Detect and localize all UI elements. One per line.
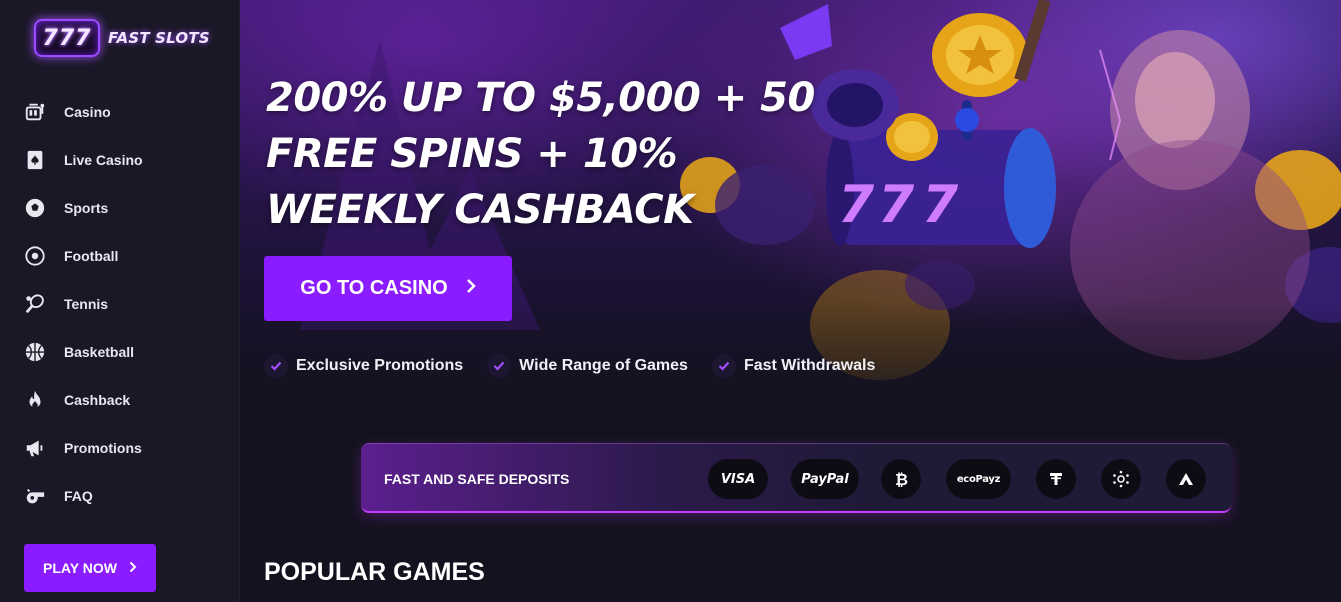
hero-banner: 7 7 7 200% UP TO $5,000 + 50 FREE SPINS …: [240, 0, 1341, 430]
ecopayz-icon[interactable]: ecoPayz: [946, 459, 1011, 499]
sidebar-item-label: Promotions: [64, 440, 142, 456]
cardano-icon[interactable]: [1101, 459, 1141, 499]
feature-item: Exclusive Promotions: [264, 354, 463, 378]
chevron-right-icon: [129, 560, 137, 576]
playing-card-icon: [23, 148, 47, 172]
play-now-label: PLAY NOW: [43, 560, 117, 576]
feature-item: Fast Withdrawals: [711, 354, 876, 378]
check-icon: [711, 354, 736, 378]
sidebar-item-label: Basketball: [64, 344, 135, 360]
casino-icon: [23, 100, 47, 124]
sidebar-item-label: Football: [64, 248, 119, 264]
visa-icon[interactable]: VISA: [708, 459, 768, 499]
basketball-icon: [23, 340, 47, 364]
sidebar-item-casino[interactable]: Casino: [0, 88, 240, 136]
feature-label: Exclusive Promotions: [296, 357, 464, 374]
sidebar-item-label: Live Casino: [64, 152, 143, 168]
play-now-button[interactable]: PLAY NOW: [24, 544, 156, 592]
sidebar-item-label: Casino: [64, 104, 111, 120]
sidebar-item-faq[interactable]: FAQ: [0, 472, 240, 520]
logo-text: FAST SLOTS: [108, 29, 210, 47]
payment-name: ecoPayz: [956, 473, 1001, 485]
slot-digit: 7: [838, 175, 875, 235]
svg-text:₿: ₿: [895, 470, 908, 488]
sidebar-item-label: Cashback: [64, 392, 131, 408]
sidebar-item-sports[interactable]: Sports: [0, 184, 240, 232]
flame-icon: [23, 388, 47, 412]
hero-title: 200% UP TO $5,000 + 50 FREE SPINS + 10% …: [266, 75, 815, 233]
feature-item: Wide Range of Games: [487, 354, 688, 378]
go-to-casino-button[interactable]: GO TO CASINO: [264, 256, 512, 321]
paypal-icon[interactable]: PayPal: [791, 459, 859, 499]
payment-name: VISA: [720, 471, 756, 487]
sports-ball-icon: [23, 196, 47, 220]
sidebar-item-label: Tennis: [64, 296, 109, 312]
football-icon: [23, 244, 47, 268]
payment-name: PayPal: [801, 471, 849, 487]
tether-icon[interactable]: [1036, 459, 1076, 499]
megaphone-icon: [23, 436, 47, 460]
tennis-icon: [23, 292, 47, 316]
sidebar-item-basketball[interactable]: Basketball: [0, 328, 240, 376]
deposits-bar: FAST AND SAFE DEPOSITS VISA PayPal ₿ eco…: [361, 443, 1231, 513]
deposits-label: FAST AND SAFE DEPOSITS: [384, 471, 570, 487]
sidebar-item-label: FAQ: [64, 488, 93, 504]
logo[interactable]: 777 FAST SLOTS: [34, 18, 210, 58]
check-icon: [487, 354, 512, 378]
slot-digit: 7: [922, 175, 959, 235]
sidebar-item-tennis[interactable]: Tennis: [0, 280, 240, 328]
go-to-casino-label: GO TO CASINO: [300, 277, 448, 299]
sidebar-nav: Casino Live Casino Sports Football Tenni…: [0, 88, 240, 520]
sidebar-item-promotions[interactable]: Promotions: [0, 424, 240, 472]
sidebar: 777 FAST SLOTS Casino Live Casino Sports: [0, 0, 240, 602]
feature-label: Fast Withdrawals: [743, 357, 876, 374]
sidebar-item-cashback[interactable]: Cashback: [0, 376, 240, 424]
slot-reels: 7 7 7: [838, 175, 959, 235]
bitcoin-icon[interactable]: ₿: [881, 459, 921, 499]
whistle-icon: [23, 484, 47, 508]
check-icon: [264, 354, 288, 378]
sidebar-item-label: Sports: [64, 200, 109, 216]
avalanche-icon[interactable]: [1166, 459, 1206, 499]
popular-games-heading: POPULAR GAMES: [264, 558, 485, 586]
logo-badge: 777: [34, 19, 100, 57]
feature-label: Wide Range of Games: [519, 357, 688, 374]
sidebar-item-football[interactable]: Football: [0, 232, 240, 280]
chevron-right-icon: [466, 277, 476, 300]
feature-list: Exclusive Promotions Wide Range of Games…: [264, 354, 875, 378]
sidebar-item-live-casino[interactable]: Live Casino: [0, 136, 240, 184]
slot-digit: 7: [878, 175, 915, 235]
